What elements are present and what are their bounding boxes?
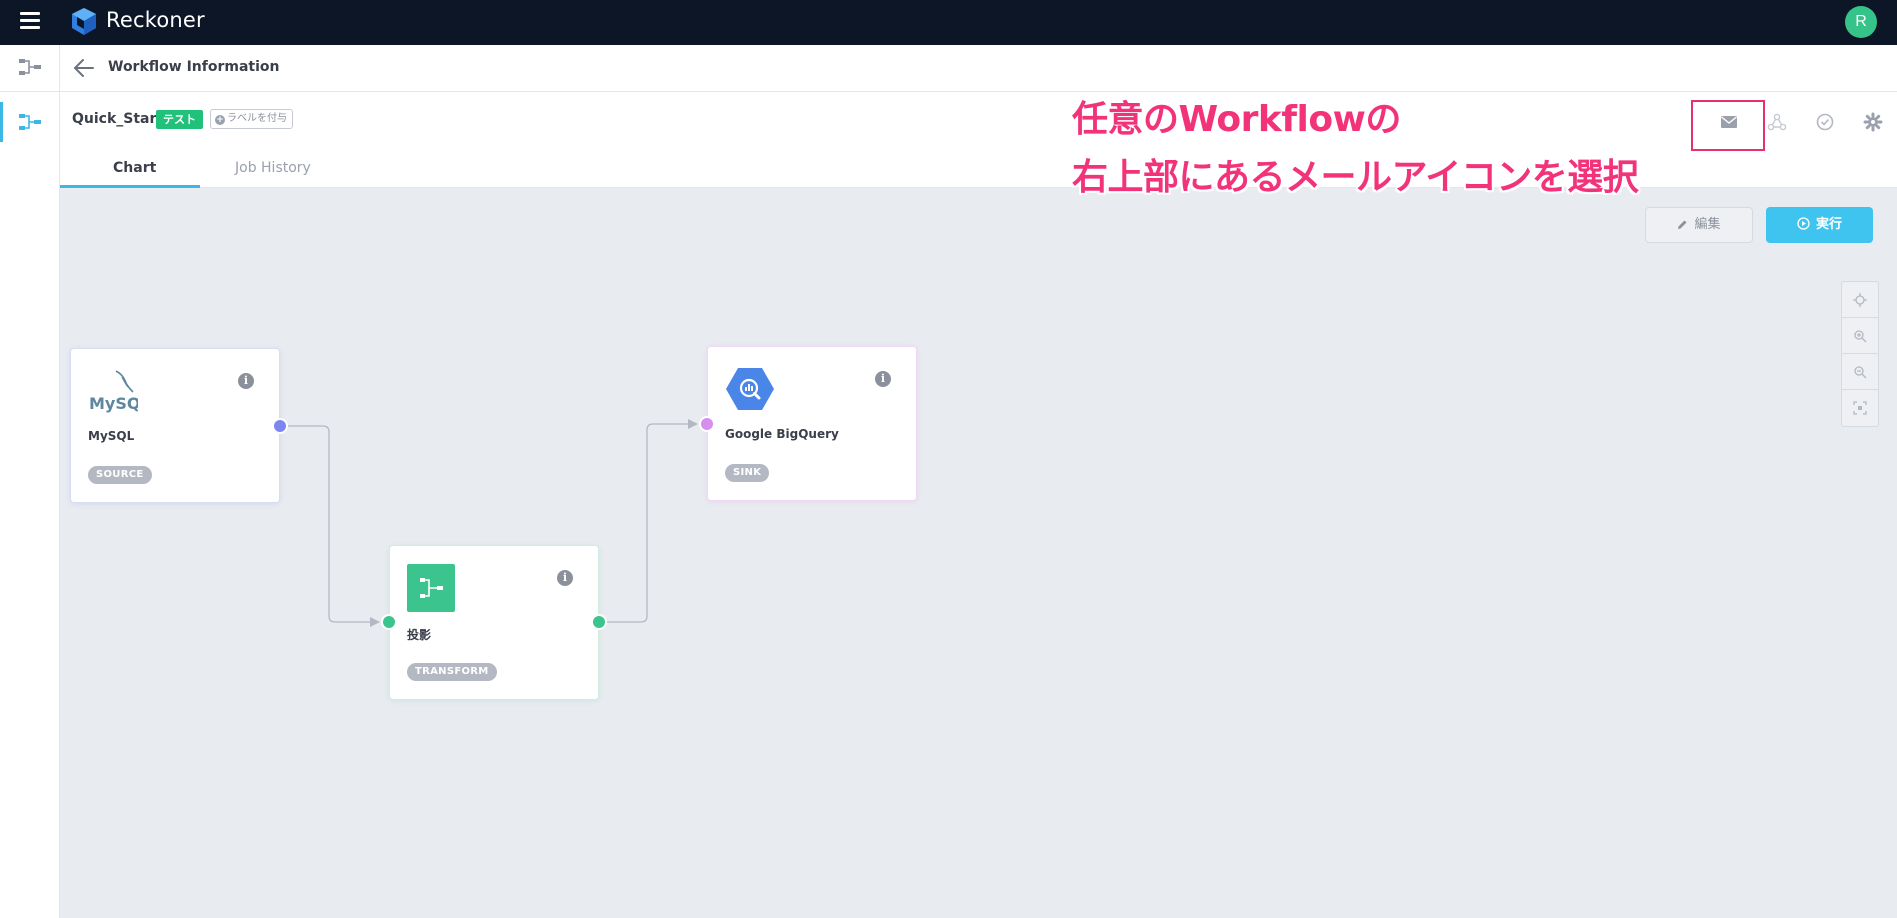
center-button[interactable] xyxy=(1842,282,1878,318)
bigquery-logo-icon xyxy=(726,368,774,410)
menu-icon[interactable] xyxy=(20,12,40,30)
input-port[interactable] xyxy=(701,418,713,430)
workflow-tag: テスト xyxy=(156,110,203,129)
node-type-badge: SOURCE xyxy=(88,466,152,484)
node-label: Google BigQuery xyxy=(725,427,839,441)
plus-icon: + xyxy=(215,115,225,125)
node-bigquery[interactable]: i Google BigQuery SINK xyxy=(708,347,916,500)
mysql-logo-text: MySQL xyxy=(89,394,138,413)
workflow-icon[interactable] xyxy=(18,112,42,132)
edit-button-label: 編集 xyxy=(1694,217,1721,232)
run-button-label: 実行 xyxy=(1815,217,1842,232)
node-type-badge: SINK xyxy=(725,464,770,482)
share-nodes-icon[interactable] xyxy=(1766,112,1788,132)
input-port[interactable] xyxy=(383,616,395,628)
transform-logo-icon xyxy=(407,564,455,612)
page-header: Workflow Information xyxy=(60,45,1897,92)
back-arrow-icon[interactable] xyxy=(72,57,96,79)
add-label-text: ラベルを付与 xyxy=(227,113,287,124)
gear-icon[interactable] xyxy=(1862,112,1884,132)
workflow-canvas[interactable] xyxy=(60,188,1897,918)
zoom-controls xyxy=(1841,281,1879,427)
play-circle-icon xyxy=(1797,217,1810,230)
sidebar-divider xyxy=(0,91,60,92)
info-icon[interactable]: i xyxy=(238,373,254,389)
page-title: Workflow Information xyxy=(108,59,280,75)
node-type-badge: TRANSFORM xyxy=(407,663,497,681)
zoom-in-icon xyxy=(1854,330,1867,343)
info-icon[interactable]: i xyxy=(557,570,573,586)
pencil-icon xyxy=(1678,220,1687,229)
crosshair-icon xyxy=(1853,293,1867,307)
workflow-name: Quick_Start xyxy=(72,111,164,127)
zoom-out-button[interactable] xyxy=(1842,354,1878,390)
node-mysql[interactable]: MySQL i MySQL SOURCE xyxy=(71,349,279,502)
edit-button[interactable]: 編集 xyxy=(1645,207,1753,243)
info-icon[interactable]: i xyxy=(875,371,891,387)
annotation-line-1: 任意のWorkflowの xyxy=(1072,99,1401,140)
reckoner-logo-icon xyxy=(72,8,96,35)
workflow-list-icon[interactable] xyxy=(18,57,42,77)
brand-name: Reckoner xyxy=(106,8,205,32)
output-port[interactable] xyxy=(593,616,605,628)
node-label: MySQL xyxy=(88,429,135,443)
clock-icon[interactable] xyxy=(1814,112,1836,132)
annotation-line-2: 右上部にあるメールアイコンを選択 xyxy=(1072,157,1639,198)
tab-chart[interactable]: Chart xyxy=(113,160,156,176)
sidebar-active-indicator xyxy=(0,102,3,142)
left-sidebar xyxy=(0,45,60,918)
run-button[interactable]: 実行 xyxy=(1766,207,1873,243)
add-label-button[interactable]: + ラベルを付与 xyxy=(210,109,293,129)
user-avatar[interactable]: R xyxy=(1845,6,1877,38)
output-port[interactable] xyxy=(274,420,286,432)
top-bar: Reckoner R xyxy=(0,0,1897,45)
zoom-in-button[interactable] xyxy=(1842,318,1878,354)
zoom-out-icon xyxy=(1854,366,1867,379)
node-transform[interactable]: i 投影 TRANSFORM xyxy=(390,546,598,699)
mail-icon-highlight xyxy=(1691,100,1765,151)
node-label: 投影 xyxy=(407,628,432,642)
mysql-logo-icon: MySQL xyxy=(89,370,138,413)
fit-view-icon xyxy=(1853,401,1867,415)
tab-job-history[interactable]: Job History xyxy=(235,160,311,176)
fit-view-button[interactable] xyxy=(1842,390,1878,426)
